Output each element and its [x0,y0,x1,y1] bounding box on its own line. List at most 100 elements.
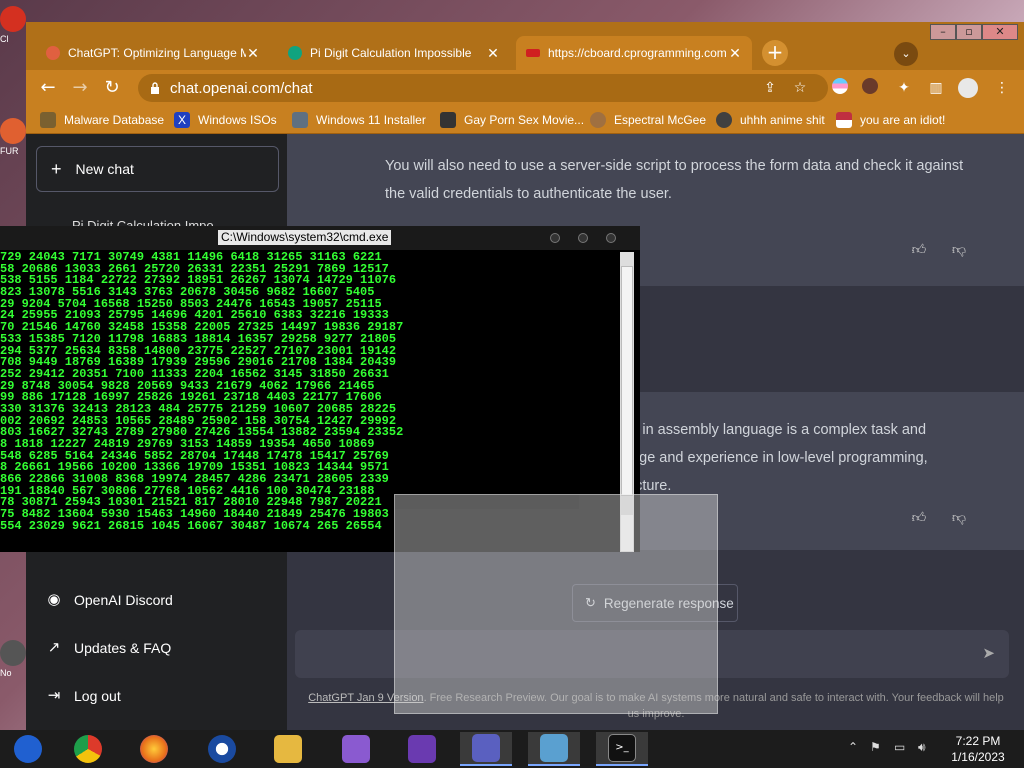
reload-icon[interactable]: ↻ [100,76,124,100]
bookmark-label: Windows 11 Installer [316,113,426,127]
lock-icon [151,82,159,94]
cmd-title: C:\Windows\system32\cmd.exe [218,230,392,245]
taskbar-app-firefox[interactable] [128,732,180,766]
close-window-button[interactable]: ✕ [982,24,1018,40]
app-icon [0,6,26,32]
message-text: edge and experience in low-level program… [623,450,928,466]
desktop-icon-label: No [0,668,12,678]
close-icon[interactable]: ✕ [246,45,260,62]
minimize-button[interactable]: – [930,24,956,40]
bookmark-item[interactable]: you are an idiot! [836,111,945,129]
sidebar-item-label: OpenAI Discord [74,592,173,608]
desktop-icon-label: Cl [0,34,9,44]
bookmark-label: Espectral McGee [614,113,707,127]
teams-icon [472,734,500,762]
chatgpt-icon [46,46,60,60]
minimize-button[interactable] [550,233,560,243]
thumbs-down-icon[interactable]: 👎︎ [949,508,969,528]
app-icon [0,640,26,666]
sidebar-item-discord[interactable]: ◉ OpenAI Discord [46,588,173,612]
address-bar[interactable]: chat.openai.com/chat [138,74,828,102]
external-link-icon: ↗ [47,639,61,656]
sidebar-item-updates-faq[interactable]: ↗ Updates & FAQ [46,636,172,660]
share-icon[interactable]: ⇪ [760,78,780,98]
thumbs-up-icon[interactable]: 👍︎ [909,240,929,260]
taskbar-app-cmd[interactable]: >_ [596,732,648,766]
send-icon[interactable]: ➤ [982,644,995,662]
close-button[interactable] [606,233,616,243]
bookmark-item[interactable]: X Windows ISOs [174,111,277,129]
cmd-titlebar[interactable]: C:\Windows\system32\cmd.exe [0,226,640,250]
clock-time: 7:22 PM [955,734,1001,748]
desktop-icon[interactable]: Cl [0,6,28,44]
desktop-icon[interactable]: No [0,640,28,678]
maximize-button[interactable] [578,233,588,243]
tab-chatgpt-optimizing[interactable]: ChatGPT: Optimizing Language Mo ✕ [36,36,270,70]
forward-arrow-icon[interactable]: → [68,76,92,100]
profile-icon[interactable] [958,78,978,98]
folder-icon [274,735,302,763]
puzzle-icon[interactable]: ✦ [894,78,914,98]
chevron-up-icon[interactable]: ⌃ [848,740,858,754]
app-icon [0,118,26,144]
tab-strip: ChatGPT: Optimizing Language Mo ✕ Pi Dig… [26,22,1024,70]
chatgpt-icon [288,46,302,60]
visual-studio-icon [408,735,436,763]
taskbar-app-explorer[interactable] [262,732,314,766]
avatar-icon [590,112,606,128]
sidebar-item-label: Log out [74,688,121,704]
flag-icon[interactable]: ⚑ [870,740,881,754]
scroll-thumb[interactable] [621,266,633,496]
bookmark-item[interactable]: Malware Database [40,111,164,129]
side-panel-icon[interactable]: ▥ [926,78,946,98]
tab-title: https://cboard.cprogramming.com [548,46,727,60]
url-text: chat.openai.com/chat [170,79,313,97]
desktop-icon[interactable]: FUR [0,118,28,156]
volume-icon[interactable]: 🔊︎ [918,740,926,755]
star-icon[interactable]: ☆ [790,78,810,98]
tab-cboard[interactable]: https://cboard.cprogramming.com ✕ [516,36,752,70]
x-icon: X [174,112,190,128]
taskbar-app-obama[interactable] [196,732,248,766]
ghost-titlebar [395,495,579,509]
close-icon[interactable]: ✕ [728,45,742,62]
menu-dots-icon[interactable]: ⋮ [992,78,1012,98]
logout-icon: ⇥ [47,687,61,704]
bookmark-label: Malware Database [64,113,165,127]
back-arrow-icon[interactable]: ← [36,76,60,100]
tab-pi-digit[interactable]: Pi Digit Calculation Impossible ✕ [278,36,510,70]
desktop-icon-label: FUR [0,146,19,156]
close-icon[interactable]: ✕ [486,45,500,62]
extension-flag-icon[interactable] [832,78,852,98]
taskbar: >_ ⌃ ⚑ ▭ 🔊︎ 7:22 PM 1/16/2023 [0,730,1024,768]
taskbar-app-visual-studio[interactable] [396,732,448,766]
tab-search-button[interactable]: ⌄ [894,42,918,66]
message-text: You will also need to use a server-side … [385,158,964,174]
bookmarks-bar: Malware Database X Windows ISOs Windows … [26,106,1024,134]
thumbs-down-icon[interactable]: 👎︎ [949,240,969,260]
bookmark-item[interactable]: uhhh anime shit [716,111,825,129]
maximize-button[interactable]: ▫ [956,24,982,40]
taskbar-app-screen-sketch[interactable] [528,732,580,766]
taskbar-app-chrome-alt[interactable] [2,732,54,766]
extension-avatar-icon[interactable] [862,78,882,98]
taskbar-app-teams[interactable] [460,732,512,766]
ghost-window [394,494,718,714]
system-clock[interactable]: 7:22 PM 1/16/2023 [940,733,1016,765]
bookmark-item[interactable]: Gay Porn Sex Movie... [440,111,584,129]
new-chat-button[interactable]: + New chat [36,146,279,192]
bookmark-item[interactable]: Windows 11 Installer [292,111,426,129]
new-tab-button[interactable]: + [762,40,788,66]
tab-title: Pi Digit Calculation Impossible [310,46,472,60]
sidebar-item-log-out[interactable]: ⇥ Log out [46,684,121,708]
taskbar-app-visual-studio-installer[interactable] [330,732,382,766]
terminal-icon: >_ [608,734,636,762]
network-icon[interactable]: ▭ [894,740,905,754]
thumbs-up-icon[interactable]: 👍︎ [909,508,929,528]
sidebar-item-label: Updates & FAQ [74,640,172,656]
taskbar-app-chrome[interactable] [62,732,114,766]
installer-icon [292,112,308,128]
bookmark-item[interactable]: Espectral McGee [590,111,706,129]
bookmark-label: you are an idiot! [860,113,946,127]
chrome-icon [74,735,102,763]
